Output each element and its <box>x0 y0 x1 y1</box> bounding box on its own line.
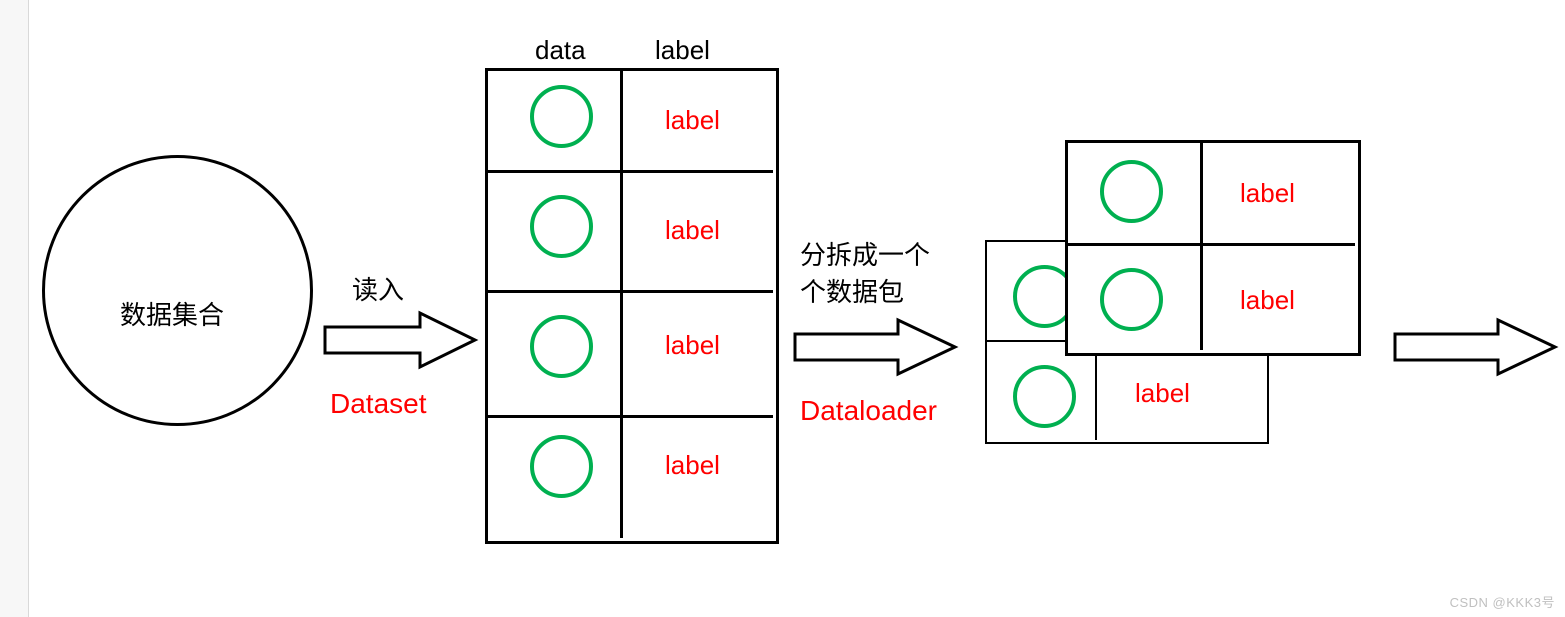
arrow2-top-line2: 个数据包 <box>800 272 904 309</box>
table-header-label: label <box>655 35 710 66</box>
data-circle-icon <box>530 435 593 498</box>
data-circle-icon <box>530 195 593 258</box>
batch-front-row-label: label <box>1240 178 1295 209</box>
arrow2-top-line1: 分拆成一个 <box>800 235 930 272</box>
main-table-vline <box>620 68 623 538</box>
arrow1-top-label: 读入 <box>352 270 404 307</box>
table-row-label: label <box>665 215 720 246</box>
dataset-circle <box>42 155 313 426</box>
main-table-hline-3 <box>485 415 773 418</box>
main-table <box>485 68 779 544</box>
arrow-icon-2 <box>790 312 960 382</box>
left-margin <box>0 0 29 617</box>
arrow1-bottom-label: Dataset <box>330 388 427 420</box>
data-circle-icon <box>1100 268 1163 331</box>
data-circle-icon <box>1100 160 1163 223</box>
main-table-hline-1 <box>485 170 773 173</box>
arrow-icon-3 <box>1390 312 1560 382</box>
dataset-circle-label: 数据集合 <box>120 295 224 332</box>
data-circle-icon <box>530 315 593 378</box>
main-table-hline-2 <box>485 290 773 293</box>
watermark: CSDN @KKK3号 <box>1450 592 1555 611</box>
arrow-icon-1 <box>320 305 480 375</box>
table-row-label: label <box>665 330 720 361</box>
table-row-label: label <box>665 450 720 481</box>
batch-back-row-label: label <box>1135 378 1190 409</box>
data-circle-icon <box>530 85 593 148</box>
table-row-label: label <box>665 105 720 136</box>
data-circle-icon <box>1013 365 1076 428</box>
arrow2-bottom-label: Dataloader <box>800 395 937 427</box>
batch-front-row-label: label <box>1240 285 1295 316</box>
table-header-data: data <box>535 35 586 66</box>
batch-front-hline <box>1065 243 1355 246</box>
